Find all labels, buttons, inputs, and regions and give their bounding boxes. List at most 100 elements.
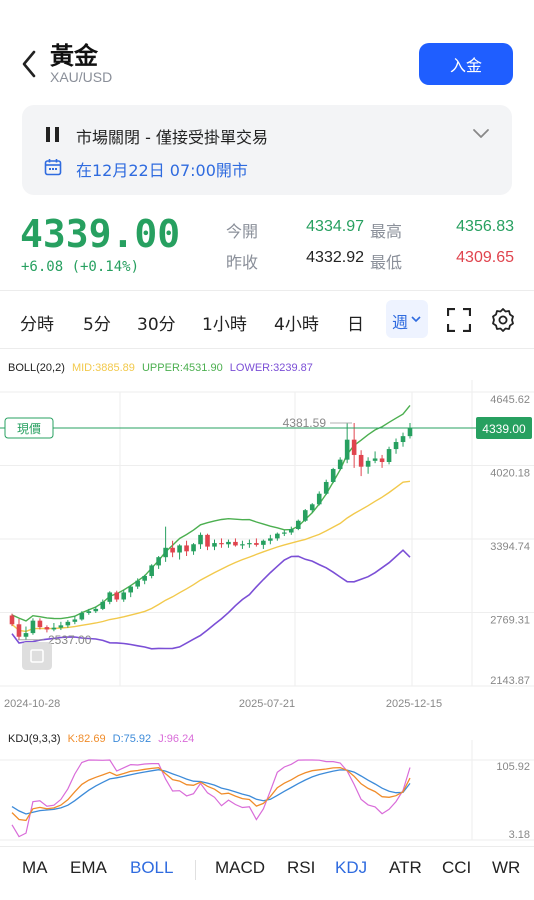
candle-body (226, 541, 231, 545)
indicator-tab-atr[interactable]: ATR (389, 858, 422, 878)
boll-name: BOLL(20,2) (8, 362, 65, 374)
symbol-subtitle: XAU/USD (50, 69, 113, 85)
indicator-tab-cci[interactable]: CCI (442, 858, 471, 878)
candle-body (330, 469, 336, 482)
candle-body (240, 544, 245, 546)
divider (0, 846, 534, 847)
candle-body (337, 459, 343, 470)
candle-body (9, 615, 15, 625)
candle-body (400, 436, 406, 443)
candle-body (351, 439, 357, 455)
indicator-tab-rsi[interactable]: RSI (287, 858, 315, 878)
candle-body (135, 580, 140, 587)
boll-mid-line (11, 480, 411, 633)
x-tick-label: 2024-10-28 (4, 698, 60, 710)
candle-body (295, 520, 301, 529)
candle-body (205, 534, 210, 547)
candle-body (79, 613, 85, 620)
scroll-start-button (22, 642, 52, 670)
tab-1hour[interactable]: 1小時 (202, 310, 247, 335)
y-tick-label: 2143.87 (490, 675, 530, 687)
indicator-tabs: MA EMA BOLL MACD RSI KDJ ATR CCI WR (0, 850, 534, 890)
candle-body (100, 601, 106, 609)
candle-body (107, 592, 113, 602)
kdj-tick-label: 3.18 (509, 829, 530, 841)
indicator-tab-boll[interactable]: BOLL (130, 858, 173, 878)
candle-body (309, 504, 315, 511)
tab-time-sharing[interactable]: 分時 (20, 310, 54, 335)
boll-mid: MID:3885.89 (71, 362, 135, 374)
candle-body (288, 528, 294, 533)
candle-body (407, 428, 413, 437)
tab-5min[interactable]: 5分 (83, 310, 111, 335)
candle-body (282, 532, 287, 534)
deposit-button[interactable]: 入金 (419, 43, 513, 85)
candle-body (121, 592, 127, 600)
boll-lower: LOWER:3239.87 (229, 362, 313, 374)
price-change: +6.08 (+0.14%) (21, 259, 140, 275)
indicator-tab-kdj[interactable]: KDJ (335, 858, 367, 878)
candle-body (372, 458, 378, 461)
boll-upper-line (11, 404, 411, 622)
candle-body (58, 625, 64, 628)
candle-body (254, 543, 259, 545)
market-status-card[interactable]: 市場關閉 - 僅接受掛單交易 在12月22日 07:00開市 (22, 105, 512, 195)
candle-body (30, 620, 36, 634)
indicator-tab-ma[interactable]: MA (22, 858, 48, 878)
candle-body (198, 534, 203, 545)
kdj-k-line (11, 766, 411, 822)
candle-body (72, 619, 78, 622)
tab-day[interactable]: 日 (347, 310, 364, 335)
back-arrow-icon[interactable] (16, 48, 42, 80)
candle-body (114, 592, 120, 600)
candle-body (51, 627, 57, 630)
candle-body (86, 611, 92, 614)
kdj-tick-label: 105.92 (496, 761, 530, 773)
calendar-icon (44, 159, 62, 176)
boll-legend: BOLL(20,2) MID:3885.89 UPPER:4531.90 LOW… (8, 362, 317, 374)
tab-4hour[interactable]: 4小時 (274, 310, 319, 335)
high-value: 4356.83 (456, 218, 514, 235)
candle-body (386, 449, 392, 462)
candle-body (93, 608, 99, 612)
candle-body (177, 545, 182, 553)
divider (0, 348, 534, 349)
candle-body (247, 543, 252, 545)
open-value: 4334.97 (306, 218, 364, 235)
candle-body (358, 454, 364, 467)
tab-separator (195, 860, 196, 880)
gear-icon[interactable] (490, 307, 516, 333)
tab-30min[interactable]: 30分 (137, 310, 176, 335)
open-label: 今開 (226, 222, 259, 241)
candle-body (275, 533, 280, 539)
low-value: 4309.65 (456, 249, 514, 266)
candle-body (170, 547, 175, 553)
y-tick-label: 4645.62 (490, 394, 530, 406)
candle-body (344, 439, 350, 460)
candle-body (142, 575, 147, 581)
candle-body (23, 633, 29, 637)
tab-week[interactable]: 週 (386, 300, 428, 338)
candle-body (37, 620, 43, 628)
chevron-down-icon[interactable] (472, 127, 490, 141)
candlestick-chart[interactable]: 4645.62 4020.18 3394.74 2769.31 2143.87 現價 433… (0, 380, 534, 720)
low-label: 最低 (370, 253, 403, 272)
current-price-label: 現價 (17, 422, 41, 436)
candle-body (16, 624, 22, 637)
tab-week-label: 週 (392, 313, 409, 332)
fullscreen-icon[interactable] (447, 308, 471, 332)
candle-body (393, 442, 399, 450)
candle-body (184, 545, 189, 552)
high-label: 最高 (370, 222, 403, 241)
candle-body (191, 544, 196, 552)
prev-close-label: 昨收 (226, 253, 259, 272)
indicator-tab-ema[interactable]: EMA (70, 858, 107, 878)
indicator-tab-wr[interactable]: WR (492, 858, 520, 878)
y-tick-label: 2769.31 (490, 615, 530, 627)
candle-body (219, 543, 224, 545)
candle-body (261, 540, 266, 545)
candle-body (379, 458, 385, 462)
kdj-chart[interactable]: 105.92 3.18 (0, 740, 534, 845)
indicator-tab-macd[interactable]: MACD (215, 858, 265, 878)
candle-body (316, 493, 322, 505)
